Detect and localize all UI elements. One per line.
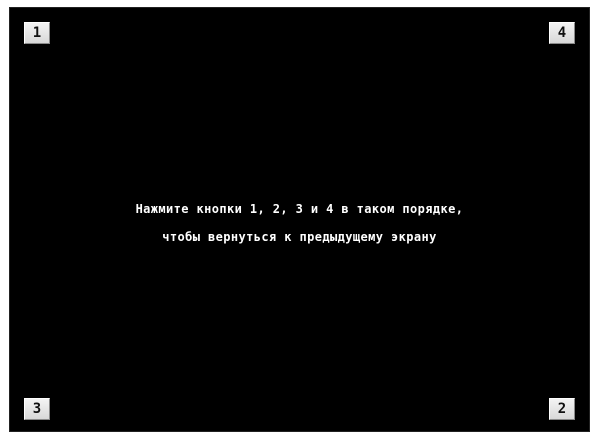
screen-area: 1 4 3 2 Нажмите кнопки 1, 2, 3 и 4 в так… xyxy=(9,7,590,432)
instruction-line-1: Нажмите кнопки 1, 2, 3 и 4 в таком поряд… xyxy=(135,202,464,216)
instruction-line-2: чтобы вернуться к предыдущему экрану xyxy=(162,230,437,244)
instruction-message: Нажмите кнопки 1, 2, 3 и 4 в таком поряд… xyxy=(10,195,589,251)
button-1[interactable]: 1 xyxy=(24,22,50,44)
button-4[interactable]: 4 xyxy=(549,22,575,44)
button-3[interactable]: 3 xyxy=(24,398,50,420)
button-2[interactable]: 2 xyxy=(549,398,575,420)
